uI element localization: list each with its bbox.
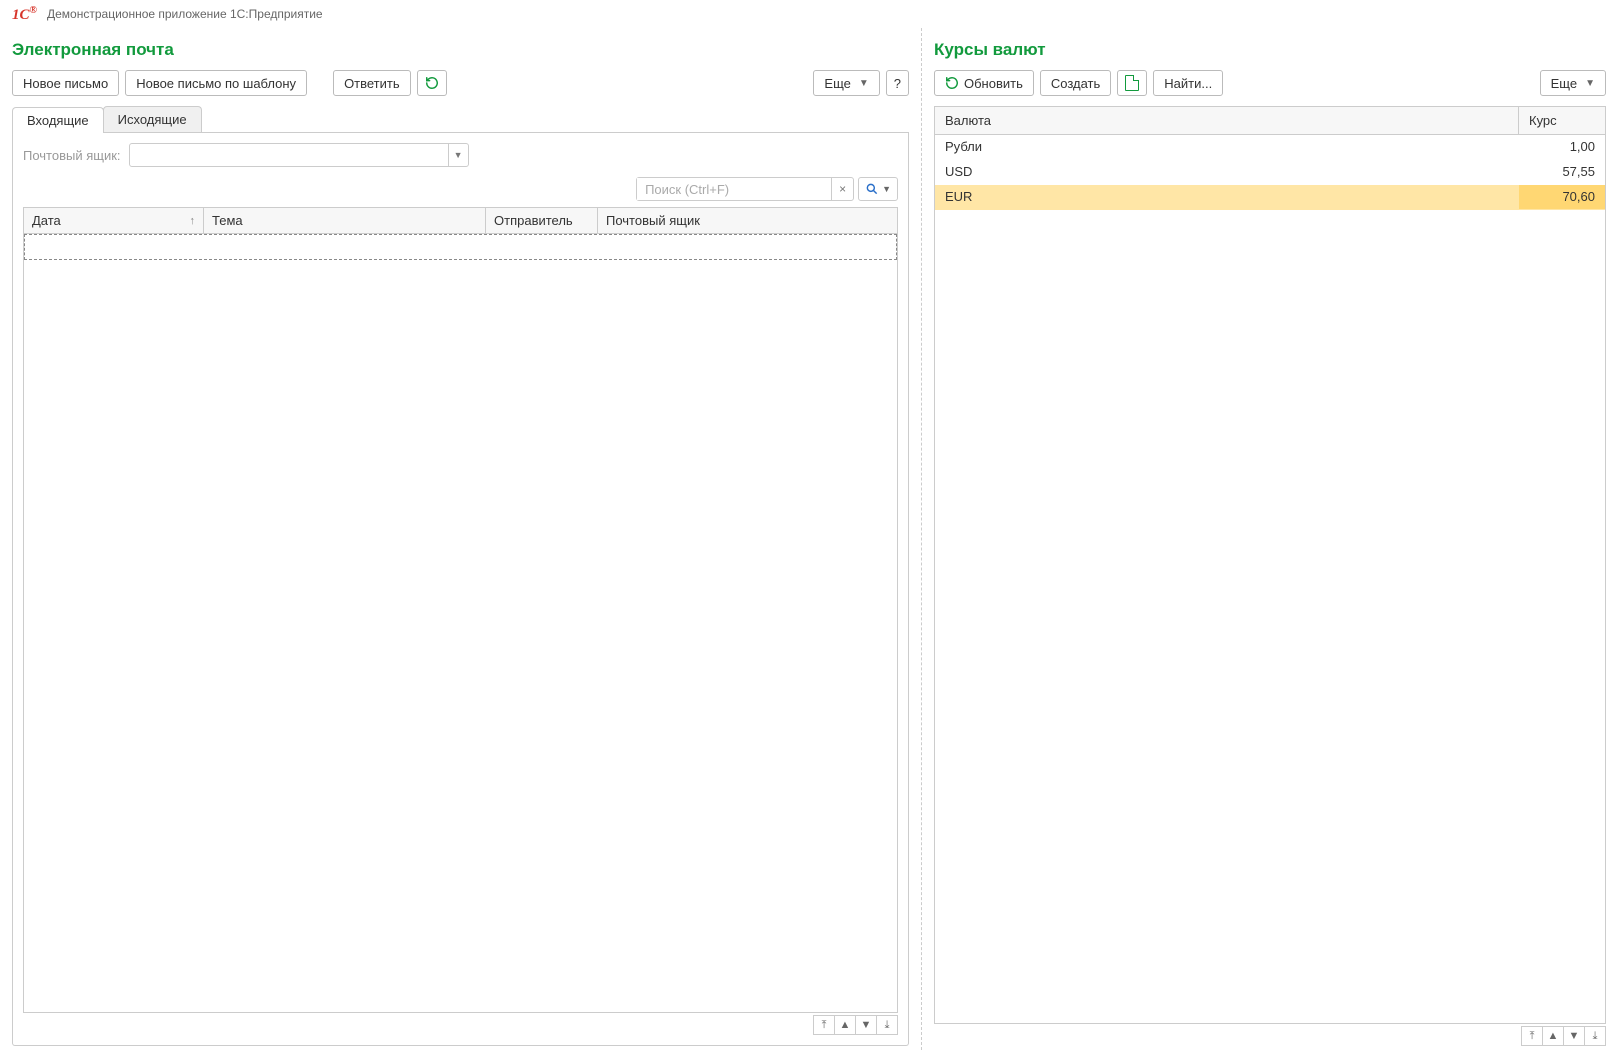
- nav-first-button[interactable]: ⤒: [1521, 1026, 1543, 1046]
- app-header: 1C® Демонстрационное приложение 1С:Предп…: [0, 0, 1618, 28]
- reply-button[interactable]: Ответить: [333, 70, 411, 96]
- new-mail-button[interactable]: Новое письмо: [12, 70, 119, 96]
- create-button[interactable]: Создать: [1040, 70, 1111, 96]
- nav-first-button[interactable]: ⤒: [813, 1015, 835, 1035]
- col-mailbox[interactable]: Почтовый ящик: [598, 208, 897, 233]
- clear-search-button[interactable]: ×: [831, 178, 853, 200]
- more-label: Еще: [824, 76, 850, 91]
- mailbox-dropdown[interactable]: ▼: [448, 144, 468, 166]
- email-toolbar: Новое письмо Новое письмо по шаблону Отв…: [12, 70, 909, 96]
- col-date[interactable]: Дата ↑: [24, 208, 204, 233]
- copy-button[interactable]: [1117, 70, 1147, 96]
- help-button[interactable]: ?: [886, 70, 909, 96]
- refresh-label: Обновить: [964, 76, 1023, 91]
- chevron-down-icon: ▼: [861, 1019, 872, 1031]
- rates-nav-buttons: ⤒ ▲ ▼ ⤓: [934, 1026, 1606, 1046]
- chevron-down-icon: ▼: [1585, 78, 1595, 89]
- document-icon: [1125, 75, 1139, 91]
- email-nav-buttons: ⤒ ▲ ▼ ⤓: [23, 1015, 898, 1035]
- col-currency[interactable]: Валюта: [935, 107, 1519, 134]
- rates-table-body[interactable]: Рубли 1,00 USD 57,55 EUR 70,60: [934, 135, 1606, 1024]
- rates-panel: Курсы валют Обновить Создать Найти... Ещ…: [922, 28, 1618, 1050]
- rates-title: Курсы валют: [934, 40, 1606, 60]
- email-grid: Дата ↑ Тема Отправитель Почтовый ящик: [23, 207, 898, 1013]
- tab-inbox[interactable]: Входящие: [12, 107, 104, 133]
- nav-up-button[interactable]: ▲: [834, 1015, 856, 1035]
- logo-1c: 1C®: [12, 5, 37, 24]
- search-button[interactable]: ▼: [858, 177, 898, 201]
- to-bottom-icon: ⤓: [1593, 1030, 1598, 1043]
- table-row[interactable]: USD 57,55: [935, 160, 1605, 185]
- currency-cell: USD: [935, 160, 1519, 184]
- col-subject[interactable]: Тема: [204, 208, 486, 233]
- grid-focus-row[interactable]: [24, 234, 897, 260]
- to-top-icon: ⤒: [822, 1019, 827, 1032]
- chevron-down-icon: ▼: [1569, 1030, 1580, 1042]
- rates-table: Валюта Курс Рубли 1,00 USD 57,55 EUR 70,…: [934, 106, 1606, 1024]
- email-grid-body[interactable]: [24, 234, 897, 1012]
- chevron-down-icon: ▼: [882, 184, 891, 194]
- mailbox-input[interactable]: [130, 144, 448, 166]
- email-grid-header: Дата ↑ Тема Отправитель Почтовый ящик: [24, 208, 897, 234]
- search-input[interactable]: [637, 178, 831, 200]
- email-more-button[interactable]: Еще ▼: [813, 70, 879, 96]
- mailbox-combo[interactable]: ▼: [129, 143, 469, 167]
- nav-down-button[interactable]: ▼: [855, 1015, 877, 1035]
- tab-outbox[interactable]: Исходящие: [103, 106, 202, 132]
- currency-cell: Рубли: [935, 135, 1519, 159]
- to-top-icon: ⤒: [1530, 1030, 1535, 1043]
- email-panel: Электронная почта Новое письмо Новое пис…: [0, 28, 922, 1050]
- to-bottom-icon: ⤓: [885, 1019, 890, 1032]
- nav-last-button[interactable]: ⤓: [1584, 1026, 1606, 1046]
- table-row[interactable]: EUR 70,60: [935, 185, 1605, 210]
- chevron-up-icon: ▲: [840, 1019, 851, 1031]
- nav-last-button[interactable]: ⤓: [876, 1015, 898, 1035]
- rate-cell: 1,00: [1519, 135, 1605, 159]
- currency-cell: EUR: [935, 185, 1519, 209]
- search-box: ×: [636, 177, 854, 201]
- sort-asc-icon: ↑: [190, 215, 196, 227]
- close-icon: ×: [839, 182, 846, 196]
- col-rate[interactable]: Курс: [1519, 107, 1605, 134]
- new-mail-template-button[interactable]: Новое письмо по шаблону: [125, 70, 307, 96]
- rates-more-button[interactable]: Еще ▼: [1540, 70, 1606, 96]
- refresh-icon: [425, 76, 439, 90]
- chevron-down-icon: ▼: [454, 150, 463, 160]
- app-title: Демонстрационное приложение 1С:Предприят…: [47, 7, 323, 21]
- find-button[interactable]: Найти...: [1153, 70, 1223, 96]
- rates-refresh-button[interactable]: Обновить: [934, 70, 1034, 96]
- nav-up-button[interactable]: ▲: [1542, 1026, 1564, 1046]
- email-tab-body: Почтовый ящик: ▼ × ▼: [12, 133, 909, 1046]
- rates-toolbar: Обновить Создать Найти... Еще ▼: [934, 70, 1606, 96]
- search-icon: [865, 182, 879, 196]
- refresh-button[interactable]: [417, 70, 447, 96]
- chevron-up-icon: ▲: [1548, 1030, 1559, 1042]
- col-sender[interactable]: Отправитель: [486, 208, 598, 233]
- refresh-icon: [945, 76, 959, 90]
- email-tabs: Входящие Исходящие: [12, 106, 909, 133]
- mailbox-label: Почтовый ящик:: [23, 148, 121, 163]
- nav-down-button[interactable]: ▼: [1563, 1026, 1585, 1046]
- rates-table-header: Валюта Курс: [934, 107, 1606, 135]
- table-row[interactable]: Рубли 1,00: [935, 135, 1605, 160]
- more-label: Еще: [1551, 76, 1577, 91]
- chevron-down-icon: ▼: [859, 78, 869, 89]
- rate-cell: 70,60: [1519, 185, 1605, 209]
- email-title: Электронная почта: [12, 40, 909, 60]
- rate-cell: 57,55: [1519, 160, 1605, 184]
